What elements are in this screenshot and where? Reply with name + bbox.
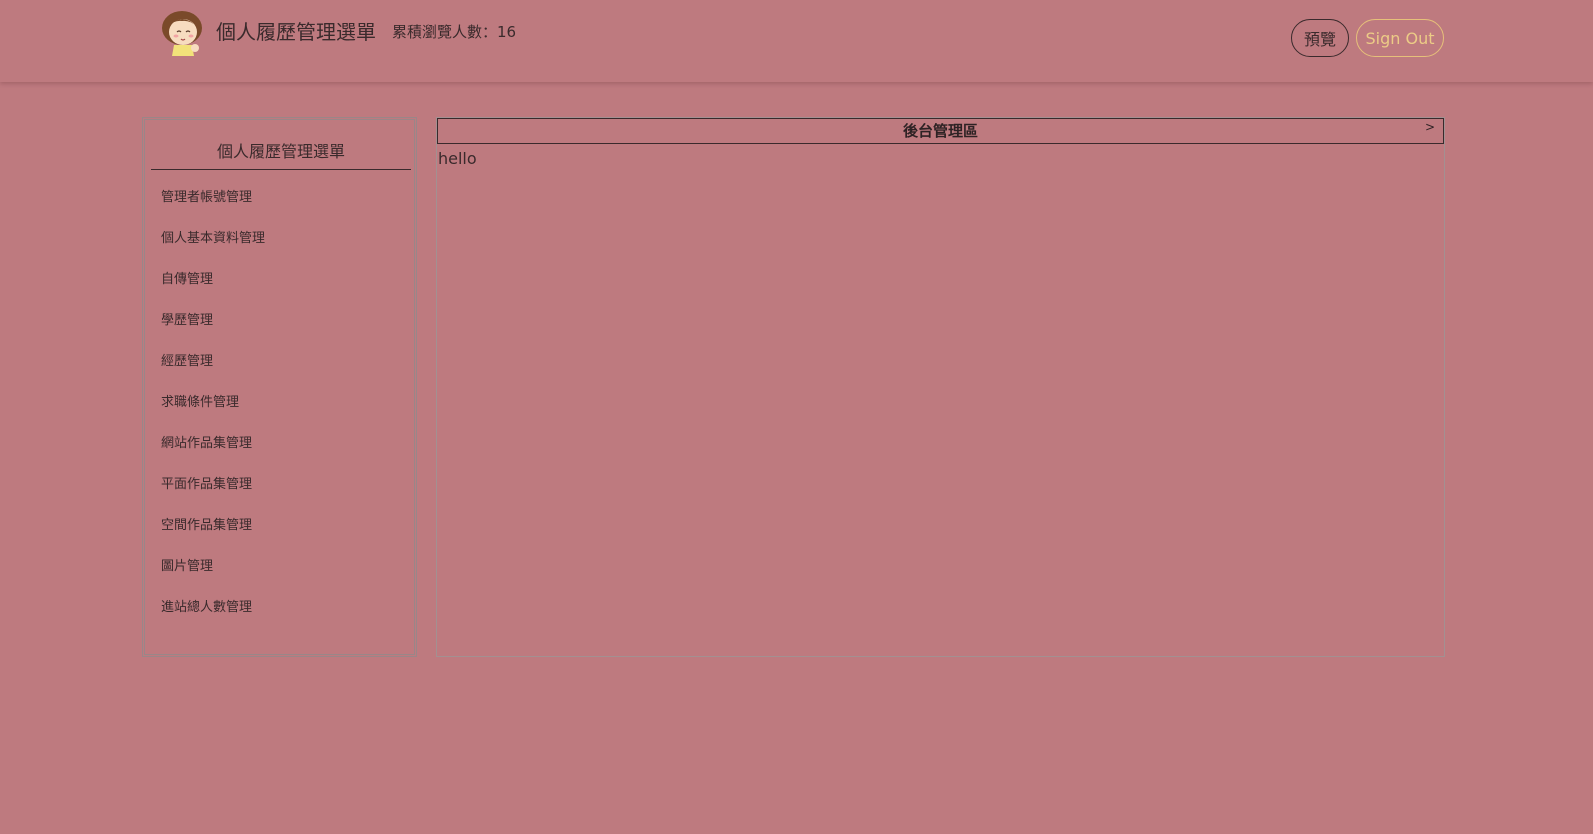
sidebar-item-web-portfolio[interactable]: 網站作品集管理 [161,432,265,473]
visit-counter-label: 累積瀏覽人數： [392,23,498,41]
sidebar-item-education[interactable]: 學歷管理 [161,309,265,350]
sidebar-item-space-portfolio[interactable]: 空間作品集管理 [161,514,265,555]
top-navbar: 個人履歷管理選單 累積瀏覽人數：16 預覽 Sign Out [0,0,1593,82]
main-panel-header: 後台管理區 > [437,118,1444,144]
sidebar-title: 個人履歷管理選單 [216,142,345,161]
main-panel-title: 後台管理區 [902,122,978,140]
sign-out-button[interactable]: Sign Out [1356,19,1444,57]
main-panel-content: hello [438,149,477,168]
preview-button[interactable]: 預覽 [1291,19,1349,57]
sidebar-menu-list: 管理者帳號管理 個人基本資料管理 自傳管理 學歷管理 經歷管理 求職條件管理 網… [161,186,265,637]
sidebar-divider [151,169,411,170]
main-panel: 後台管理區 > hello [436,117,1445,657]
visit-counter: 累積瀏覽人數：16 [392,21,516,42]
sidebar-item-job-conditions[interactable]: 求職條件管理 [161,391,265,432]
sidebar-item-graphic-portfolio[interactable]: 平面作品集管理 [161,473,265,514]
sidebar-item-basic-info[interactable]: 個人基本資料管理 [161,227,265,268]
avatar-logo-icon[interactable] [160,8,206,56]
sidebar-item-images[interactable]: 圖片管理 [161,555,265,596]
sidebar-menu: 個人履歷管理選單 管理者帳號管理 個人基本資料管理 自傳管理 學歷管理 經歷管理… [142,117,417,657]
panel-toggle-icon[interactable]: > [1425,119,1435,135]
sidebar-item-admin-account[interactable]: 管理者帳號管理 [161,186,265,227]
brand-title: 個人履歷管理選單 [216,20,376,44]
visit-counter-value: 16 [497,23,517,41]
sidebar-item-autobiography[interactable]: 自傳管理 [161,268,265,309]
sidebar-item-visitor-count[interactable]: 進站總人數管理 [161,596,265,637]
sidebar-item-experience[interactable]: 經歷管理 [161,350,265,391]
